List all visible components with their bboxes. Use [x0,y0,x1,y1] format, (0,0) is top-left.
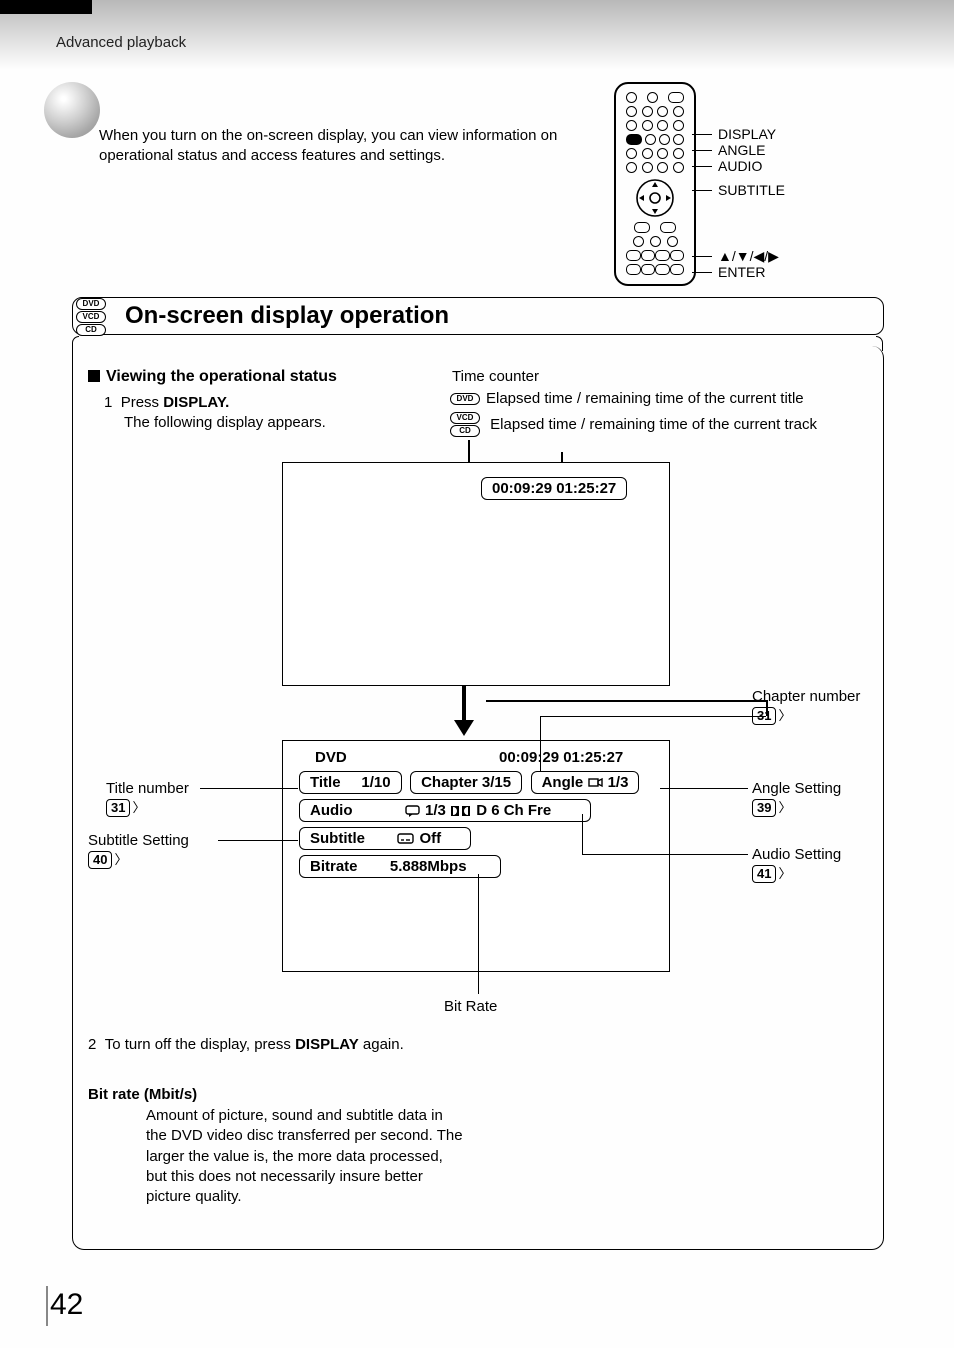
osd2-title-label: Title [310,774,341,791]
nav-pad-icon [630,176,680,220]
osd2-subtitle-val: Off [420,830,442,847]
osd2-audio-label: Audio [310,802,353,819]
dvd-time-text: Elapsed time / remaining time of the cur… [486,390,804,407]
subtitle-setting-callout: Subtitle Setting 40〉 [88,832,189,869]
manual-page: Advanced playback When you turn on the o… [0,0,954,1348]
osd2-chapter-box: Chapter 3/15 [410,771,522,794]
step-1-prefix: Press [121,394,164,411]
remote-enter-label: ENTER [718,264,765,280]
dvd-badge: DVD [76,298,106,310]
vcd-badge-inline: VCD [450,412,480,424]
vcd-badge: VCD [76,311,106,323]
angle-setting-page: 39 [752,799,776,817]
intro-paragraph: When you turn on the on-screen display, … [99,126,579,167]
angle-setting-label: Angle Setting [752,780,841,797]
title-number-label: Title number [106,780,189,797]
page-number-rule [46,1286,48,1326]
osd2-subtitle-label: Subtitle [310,830,365,847]
remote-arrows-label: ▲/▼/◀/▶ [718,248,779,265]
subtitle-setting-page: 40 [88,851,112,869]
dolby-icon [450,805,472,817]
vcd-cd-time-line: VCD CD Elapsed time / remaining time of … [450,412,817,437]
page-number: 42 [50,1288,83,1322]
osd2-bitrate-label: Bitrate [310,858,358,875]
osd2-audio-surround: D 6 Ch Fre [476,802,551,819]
sphere-decor [44,82,100,138]
osd2-bitrate-val: 5.888Mbps [390,858,467,875]
angle-setting-callout: Angle Setting 39〉 [752,780,841,817]
remote-display-label: DISPLAY [718,126,776,142]
step-2: 2 To turn off the display, press DISPLAY… [88,1036,404,1053]
speech-icon [405,805,421,817]
osd2-angle-val: 1/3 [608,774,629,791]
cd-badge: CD [76,324,106,336]
viewing-status-heading: Viewing the operational status [88,368,337,386]
osd2-angle-label: Angle [542,774,584,791]
osd2-disc: DVD [315,749,347,766]
audio-setting-label: Audio Setting [752,846,841,863]
osd-screen-1: 00:09:29 01:25:27 [282,462,670,686]
step-2-suffix: again. [359,1036,404,1053]
osd2-title-val: 1/10 [361,774,390,791]
viewing-status-heading-text: Viewing the operational status [106,368,337,385]
vcd-time-text: Elapsed time / remaining time of the cur… [490,416,817,433]
step-1-display: DISPLAY. [163,394,229,411]
chapter-number-callout: Chapter number 31〉 [752,688,860,725]
step-1-number: 1 [104,394,112,411]
remote-illustration [614,82,696,286]
arrow-icon [462,686,466,722]
chapter-number-label: Chapter number [752,688,860,705]
bitrate-heading: Bit rate (Mbit/s) [88,1086,197,1103]
remote-audio-label: AUDIO [718,158,762,174]
step-2-number: 2 [88,1036,96,1053]
section-title: On-screen display operation [125,302,449,330]
subtitle-setting-label: Subtitle Setting [88,832,189,849]
osd1-time: 00:09:29 01:25:27 [481,477,627,500]
remote-angle-label: ANGLE [718,142,765,158]
osd2-time: 00:09:29 01:25:27 [499,749,623,766]
osd2-subtitle-box: Subtitle Off [299,827,471,850]
title-number-callout: Title number 31〉 [106,780,189,817]
step-1: 1 Press DISPLAY. [104,394,229,411]
section-header: Advanced playback [56,34,186,51]
dvd-badge-inline: DVD [450,393,480,405]
time-counter-label: Time counter [452,368,539,385]
cd-badge-inline: CD [450,425,480,437]
camera-icon [587,775,603,789]
bitrate-body: Amount of picture, sound and subtitle da… [146,1106,466,1207]
osd2-bitrate-box: Bitrate 5.888Mbps [299,855,501,878]
osd2-audio-box: Audio 1/3 D 6 Ch Fre [299,799,591,822]
section-title-bar: On-screen display operation [72,297,884,335]
step-2-prefix: To turn off the display, press [105,1036,295,1053]
step-2-display: DISPLAY [295,1036,359,1053]
arrow-head-icon [454,720,474,736]
step-1-tail: The following display appears. [124,414,326,431]
audio-setting-callout: Audio Setting 41〉 [752,846,841,883]
corner-tab [0,0,92,14]
audio-setting-page: 41 [752,865,776,883]
subtitle-icon [397,833,415,845]
disc-badges: DVD VCD CD [76,298,106,336]
osd-screen-2: DVD 00:09:29 01:25:27 Title 1/10 Chapter… [282,740,670,972]
osd2-audio-val: 1/3 [425,802,446,819]
remote-subtitle-label: SUBTITLE [718,182,785,198]
osd2-title-box: Title 1/10 [299,771,402,794]
bit-rate-callout: Bit Rate [444,998,497,1015]
osd2-angle-box: Angle 1/3 [531,771,640,794]
title-number-page: 31 [106,799,130,817]
dvd-time-line: DVD Elapsed time / remaining time of the … [450,390,804,407]
